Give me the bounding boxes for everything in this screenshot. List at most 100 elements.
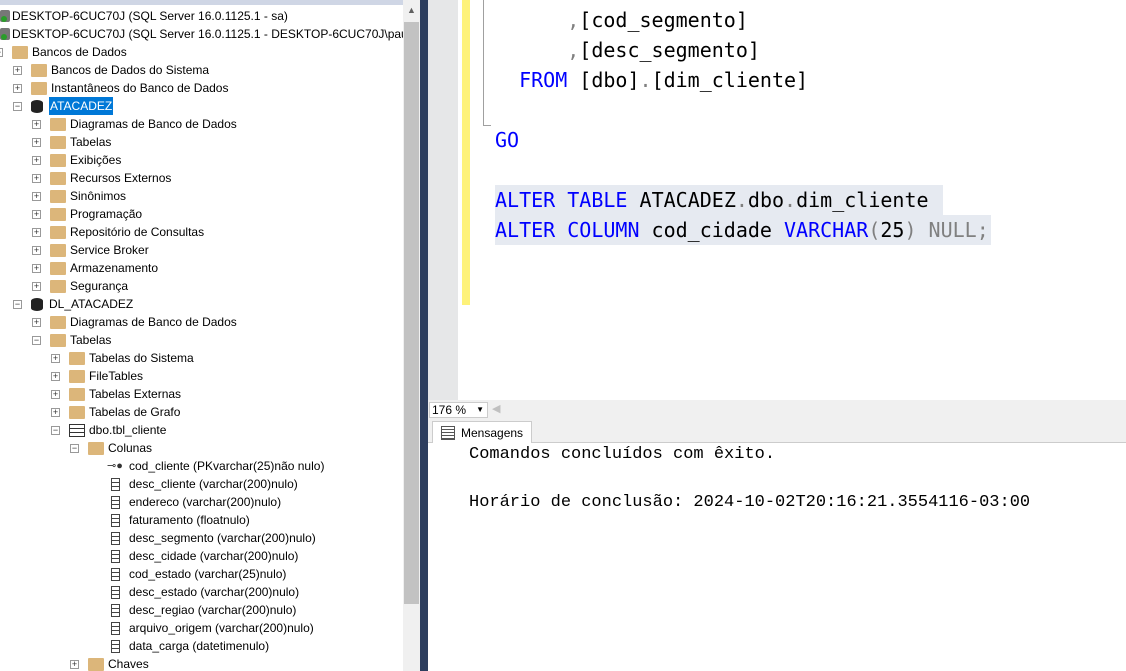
code-token: ALTER	[495, 188, 556, 212]
collapse-icon[interactable]: −	[70, 443, 79, 453]
tree-item[interactable]: + Tabelas	[32, 133, 111, 151]
code-token: .	[639, 68, 652, 92]
tab-messages[interactable]: Mensagens	[432, 421, 533, 444]
expand-icon[interactable]: +	[32, 155, 41, 165]
expand-icon[interactable]: +	[32, 227, 41, 237]
code-token: TABLE	[567, 188, 628, 212]
tree-item[interactable]: endereco (varchar(200)nulo)	[89, 493, 281, 511]
tree-item[interactable]: + Programação	[32, 205, 142, 223]
code-line[interactable]: ALTER TABLE ATACADEZ.dbo.dim_cliente	[495, 185, 943, 215]
tree-item[interactable]: ⊸● cod_cliente (PKvarchar(25)não nulo)	[89, 457, 324, 475]
code-token: 25	[880, 218, 905, 242]
tree-item[interactable]: + Recursos Externos	[32, 169, 171, 187]
tree-item[interactable]: + Service Broker	[32, 241, 149, 259]
tree-item[interactable]: + FileTables	[51, 367, 143, 385]
code-line[interactable]: ALTER COLUMN cod_cidade VARCHAR(25) NULL…	[495, 215, 991, 245]
code-token: .	[735, 188, 748, 212]
expand-icon[interactable]: +	[13, 65, 22, 75]
tree-item[interactable]: DESKTOP-6CUC70J (SQL Server 16.0.1125.1 …	[0, 25, 403, 43]
tree-item[interactable]: desc_cliente (varchar(200)nulo)	[89, 475, 298, 493]
tree-item-label: Tabelas de Grafo	[89, 405, 181, 419]
tree-item[interactable]: + Tabelas do Sistema	[51, 349, 194, 367]
tree-item-label: Exibições	[70, 153, 122, 167]
tree-item[interactable]: − dbo.tbl_cliente	[51, 421, 166, 439]
tree-item[interactable]: arquivo_origem (varchar(200)nulo)	[89, 619, 314, 637]
folder-icon	[50, 189, 66, 203]
code-token: )	[904, 218, 917, 242]
collapse-icon[interactable]: −	[13, 299, 22, 309]
messages-icon	[441, 426, 455, 440]
expand-icon[interactable]: +	[32, 209, 41, 219]
tree-item[interactable]: − DL_ATACADEZ	[13, 295, 133, 313]
tree-item[interactable]: + Tabelas de Grafo	[51, 403, 180, 421]
expand-icon[interactable]: +	[70, 659, 79, 669]
tree-item[interactable]: cod_estado (varchar(25)nulo)	[89, 565, 286, 583]
tree-item[interactable]: desc_segmento (varchar(200)nulo)	[89, 529, 316, 547]
expand-icon[interactable]: +	[51, 389, 60, 399]
collapse-icon[interactable]: −	[51, 425, 60, 435]
zoom-select[interactable]: 176 % ▼	[429, 402, 488, 418]
code-line[interactable]	[495, 95, 507, 125]
expand-icon[interactable]: +	[32, 281, 41, 291]
object-explorer: DESKTOP-6CUC70J (SQL Server 16.0.1125.1 …	[0, 0, 403, 671]
expand-icon[interactable]: +	[32, 119, 41, 129]
tree-item[interactable]: − Bancos de Dados	[0, 43, 127, 61]
tree-item-label: arquivo_origem (varchar(200)nulo)	[129, 621, 314, 635]
expand-icon[interactable]: +	[32, 137, 41, 147]
tree-item-label: Tabelas do Sistema	[89, 351, 194, 365]
tree-item[interactable]: desc_cidade (varchar(200)nulo)	[89, 547, 298, 565]
expand-icon[interactable]: +	[13, 83, 22, 93]
tree-item-label: desc_regiao (varchar(200)nulo)	[129, 603, 297, 617]
code-token: ATACADEZ	[627, 188, 736, 212]
tree-item[interactable]: desc_regiao (varchar(200)nulo)	[89, 601, 296, 619]
tree-item[interactable]: DESKTOP-6CUC70J (SQL Server 16.0.1125.1 …	[0, 7, 288, 25]
code-token: cod_cidade	[639, 218, 785, 242]
expand-icon[interactable]: +	[32, 245, 41, 255]
expand-icon[interactable]: +	[32, 173, 41, 183]
tree-item[interactable]: + Diagramas de Banco de Dados	[32, 313, 237, 331]
tree-item[interactable]: data_carga (datetimenulo)	[89, 637, 269, 655]
tree-item[interactable]: + Repositório de Consultas	[32, 223, 204, 241]
tree-item[interactable]: faturamento (floatnulo)	[89, 511, 250, 529]
code-line[interactable]	[495, 155, 507, 185]
chevron-down-icon[interactable]: ▼	[476, 403, 484, 417]
code-line[interactable]: ,[desc_segmento]	[495, 35, 760, 65]
code-line[interactable]: FROM [dbo].[dim_cliente]	[495, 65, 808, 95]
tree-item[interactable]: − ATACADEZ	[13, 97, 114, 115]
expand-icon[interactable]: +	[32, 263, 41, 273]
tree-item[interactable]: + Diagramas de Banco de Dados	[32, 115, 237, 133]
expand-icon[interactable]: +	[51, 353, 60, 363]
tree-item[interactable]: + Bancos de Dados do Sistema	[13, 61, 209, 79]
code-line[interactable]: GO	[495, 125, 519, 155]
tree-item[interactable]: − Tabelas	[32, 331, 111, 349]
query-editor[interactable]: ,[cod_segmento] ,[desc_segmento] FROM [d…	[428, 0, 1126, 400]
folder-icon	[31, 63, 47, 77]
scroll-up-icon[interactable]: ▲	[407, 5, 416, 15]
tree-item[interactable]: + Armazenamento	[32, 259, 158, 277]
folder-icon	[50, 171, 66, 185]
tree-item[interactable]: + Exibições	[32, 151, 121, 169]
tree-item[interactable]: + Sinônimos	[32, 187, 126, 205]
tree-item-label: faturamento (floatnulo)	[129, 513, 250, 527]
collapse-icon[interactable]: −	[13, 101, 22, 111]
tree-item[interactable]: desc_estado (varchar(200)nulo)	[89, 583, 299, 601]
expand-icon[interactable]: +	[32, 191, 41, 201]
expand-icon[interactable]: +	[51, 407, 60, 417]
tree-item[interactable]: + Tabelas Externas	[51, 385, 181, 403]
tree-item[interactable]: + Instantâneos do Banco de Dados	[13, 79, 228, 97]
expand-icon[interactable]: +	[32, 317, 41, 327]
tree-item[interactable]: + Chaves	[70, 655, 149, 671]
scroll-left-icon[interactable]: ◀	[492, 402, 500, 415]
pane-divider[interactable]	[420, 0, 428, 671]
scrollbar-thumb[interactable]	[404, 22, 419, 604]
explorer-scrollbar[interactable]: ▲	[403, 0, 420, 671]
code-token: [dbo]	[567, 68, 640, 92]
collapse-icon[interactable]: −	[32, 335, 41, 345]
tree-item[interactable]: − Colunas	[70, 439, 152, 457]
collapse-icon[interactable]: −	[0, 47, 3, 57]
expand-icon[interactable]: +	[51, 371, 60, 381]
code-line[interactable]: ,[cod_segmento]	[495, 5, 748, 35]
tree-item[interactable]: + Segurança	[32, 277, 128, 295]
